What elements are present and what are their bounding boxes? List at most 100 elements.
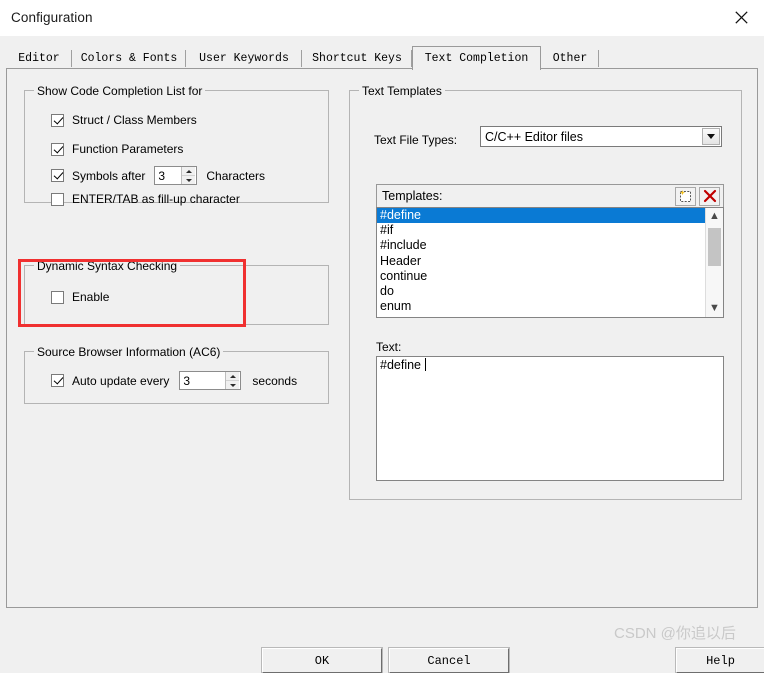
auto-update-interval-stepper[interactable]: 3	[179, 371, 242, 390]
scroll-down-button[interactable]: ▼	[706, 300, 723, 317]
tab-shortcut-keys[interactable]: Shortcut Keys	[302, 48, 412, 69]
checkbox-label: Function Parameters	[72, 142, 184, 156]
tab-text-completion[interactable]: Text Completion	[412, 46, 541, 70]
list-item-label: Header	[380, 253, 421, 268]
list-item[interactable]: do	[377, 284, 706, 299]
checkbox-label: Symbols after	[72, 168, 146, 183]
ok-button[interactable]: OK	[261, 647, 383, 673]
stepper-value: 3	[180, 372, 226, 389]
text-caret	[425, 358, 427, 371]
group-title: Show Code Completion List for	[34, 84, 206, 98]
triangle-down-icon	[185, 178, 192, 182]
checkbox-enter-tab-fillup[interactable]: ENTER/TAB as fill-up character	[51, 192, 240, 206]
templates-list-items: #define #if #include Header continue do …	[377, 208, 706, 317]
help-button[interactable]: Help	[675, 647, 764, 673]
dropdown-arrow-button[interactable]	[702, 128, 720, 145]
stepper-down-button[interactable]	[226, 381, 239, 389]
dialog-client-area: Editor Colors & Fonts User Keywords Shor…	[0, 36, 764, 673]
checkbox-label: Auto update every	[72, 373, 170, 388]
stepper-suffix-label: Characters	[206, 168, 266, 183]
template-text-editor[interactable]: #define	[376, 356, 724, 481]
stepper-down-button[interactable]	[182, 176, 195, 184]
checkbox-box	[51, 142, 64, 156]
new-template-icon	[679, 190, 691, 202]
templates-scrollbar[interactable]: ▲ ▼	[705, 208, 723, 317]
scrollbar-thumb[interactable]	[708, 228, 721, 266]
templates-listbox[interactable]: #define #if #include Header continue do …	[376, 207, 724, 318]
stepper-up-button[interactable]	[226, 372, 240, 381]
symbols-after-stepper[interactable]: 3	[154, 166, 198, 185]
list-item-label: do	[380, 283, 394, 298]
checkbox-struct-class-members[interactable]: Struct / Class Members	[51, 113, 197, 127]
list-item[interactable]: Header	[377, 254, 706, 269]
template-text-value: #define	[380, 358, 425, 372]
group-title: Text Templates	[359, 84, 445, 98]
checkbox-label: Struct / Class Members	[72, 113, 197, 127]
group-source-browser-information: Source Browser Information (AC6) Auto up…	[24, 345, 329, 404]
list-item-label: #define	[380, 208, 422, 222]
checkbox-function-parameters[interactable]: Function Parameters	[51, 142, 183, 156]
stepper-buttons	[181, 167, 196, 184]
delete-x-icon	[703, 189, 716, 203]
checkbox-box	[51, 290, 64, 304]
text-editor-label: Text:	[376, 340, 402, 354]
templates-header-bar: Templates:	[376, 184, 724, 208]
checkbox-box	[51, 374, 64, 387]
checkbox-box	[51, 192, 64, 206]
stepper-value: 3	[155, 167, 182, 184]
group-show-code-completion: Show Code Completion List for Struct / C…	[24, 84, 329, 206]
templates-label: Templates:	[382, 189, 443, 203]
tab-label: Text Completion	[424, 52, 529, 65]
tab-separator	[598, 50, 599, 67]
text-file-types-dropdown[interactable]: C/C++ Editor files	[480, 126, 722, 147]
text-file-types-label: Text File Types:	[374, 133, 458, 147]
tab-other[interactable]: Other	[541, 48, 599, 69]
template-text-content: #define	[377, 357, 723, 372]
checkbox-label: ENTER/TAB as fill-up character	[72, 192, 240, 206]
triangle-down-icon	[229, 383, 236, 387]
list-item[interactable]: #if	[377, 223, 706, 238]
scroll-up-button[interactable]: ▲	[706, 208, 723, 225]
dropdown-value: C/C++ Editor files	[485, 129, 583, 144]
list-item[interactable]: #define	[377, 208, 706, 224]
tab-label: Shortcut Keys	[312, 52, 402, 65]
group-text-templates: Text Templates Text File Types: C/C++ Ed…	[349, 84, 742, 500]
checkbox-box	[51, 113, 64, 127]
ok-button-label: OK	[314, 653, 330, 668]
tab-label: User Keywords	[199, 52, 289, 65]
tab-panel-top-border	[6, 68, 758, 69]
tab-colors-and-fonts[interactable]: Colors & Fonts	[72, 48, 186, 69]
checkbox-label: Enable	[72, 290, 110, 304]
list-item[interactable]: #include	[377, 238, 706, 253]
new-template-button[interactable]	[675, 186, 696, 206]
chevron-down-icon	[707, 134, 715, 139]
title-bar: Configuration	[0, 0, 764, 37]
tab-panel: Show Code Completion List for Struct / C…	[6, 68, 764, 673]
checkbox-auto-update[interactable]: Auto update every 3 seconds	[51, 371, 297, 390]
close-button[interactable]	[718, 0, 764, 34]
cancel-button[interactable]: Cancel	[388, 647, 510, 673]
group-title: Source Browser Information (AC6)	[34, 345, 224, 359]
window-title: Configuration	[11, 10, 93, 25]
tab-editor[interactable]: Editor	[6, 48, 72, 69]
checkbox-symbols-after[interactable]: Symbols after 3 Characters	[51, 166, 265, 185]
list-item[interactable]: enum	[377, 299, 706, 314]
csdn-watermark: CSDN @你追以后	[614, 625, 736, 642]
help-button-label: Help	[706, 653, 735, 668]
stepper-buttons	[225, 372, 240, 389]
group-dynamic-syntax-checking: Dynamic Syntax Checking Enable	[24, 259, 329, 325]
stepper-up-button[interactable]	[182, 167, 196, 176]
stepper-suffix-label: seconds	[252, 373, 298, 388]
checkbox-box	[51, 169, 64, 182]
tab-label: Colors & Fonts	[80, 52, 178, 65]
chevron-up-icon: ▲	[709, 210, 720, 222]
group-title: Dynamic Syntax Checking	[34, 259, 181, 273]
close-icon	[734, 10, 748, 24]
checkbox-enable-syntax-checking[interactable]: Enable	[51, 290, 109, 304]
delete-template-button[interactable]	[699, 186, 720, 206]
list-item-label: #include	[380, 238, 427, 253]
list-item[interactable]: continue	[377, 269, 706, 284]
tab-user-keywords[interactable]: User Keywords	[186, 48, 302, 69]
cancel-button-label: Cancel	[427, 653, 471, 668]
chevron-down-icon: ▼	[709, 302, 720, 314]
